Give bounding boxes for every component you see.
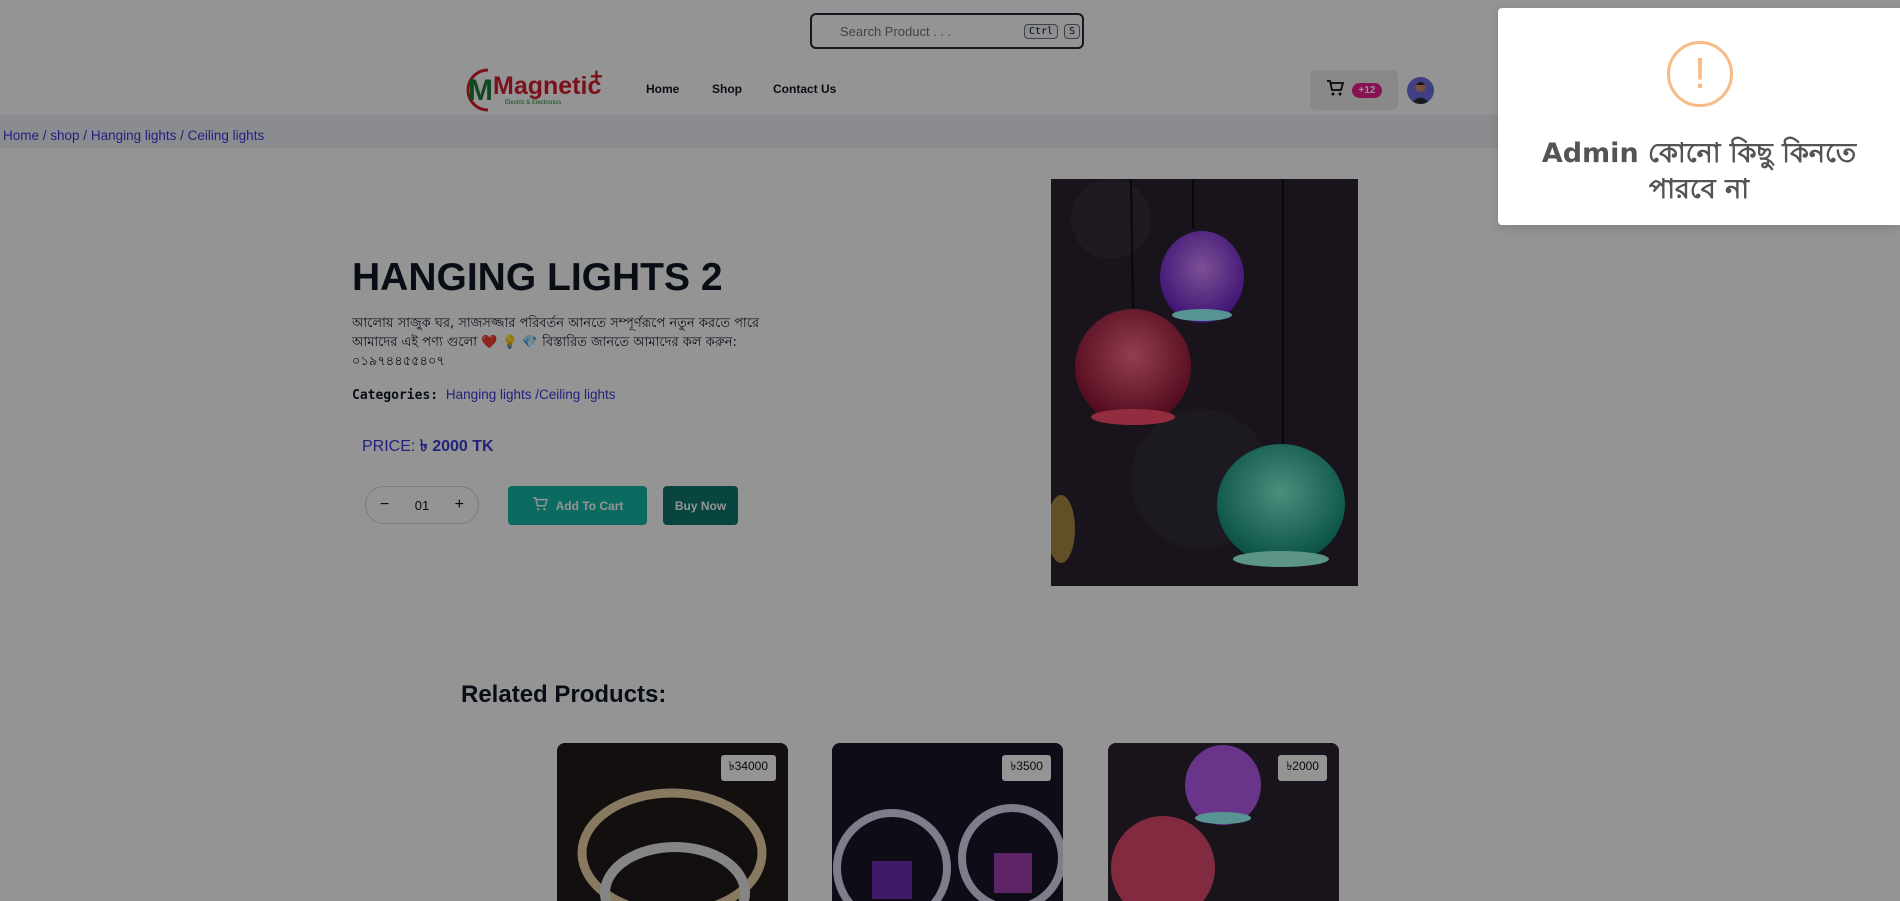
page: Ctrl S M Magnetic + Electric & Electroni… xyxy=(0,0,1900,901)
alert-toast: ! Admin কোনো কিছু কিনতে পারবে না xyxy=(1498,8,1900,225)
alert-message: Admin কোনো কিছু কিনতে পারবে না xyxy=(1541,138,1857,205)
warning-icon: ! xyxy=(1667,41,1733,107)
